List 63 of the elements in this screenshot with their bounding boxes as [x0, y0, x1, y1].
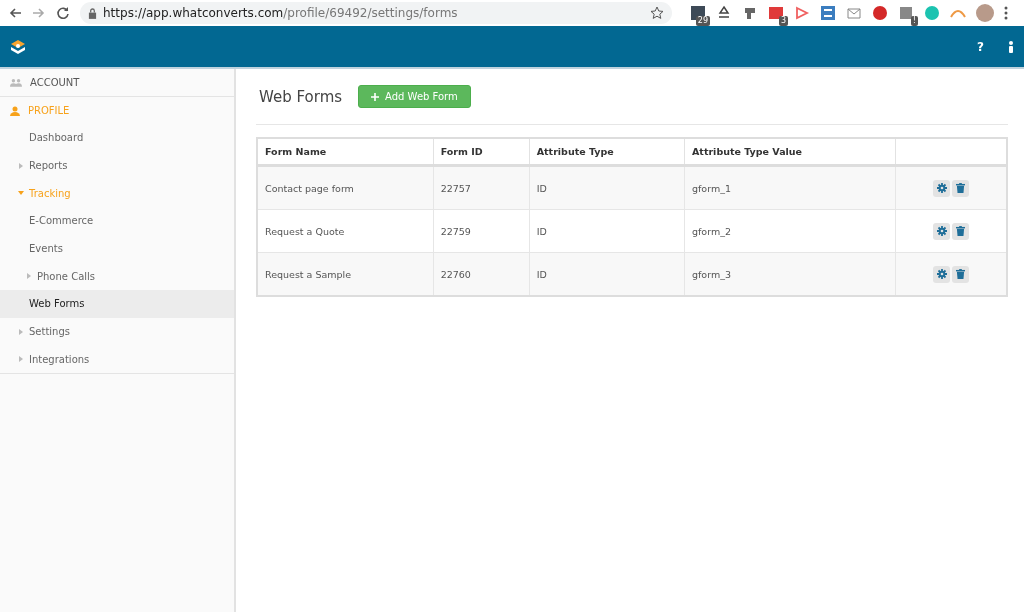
- badge: 29: [695, 16, 710, 26]
- table-cell: 22757: [433, 165, 530, 210]
- settings-button[interactable]: [933, 222, 950, 240]
- caret-right-icon: [18, 328, 24, 335]
- lock-icon: [88, 7, 97, 19]
- trash-icon: [956, 183, 965, 193]
- sidebar-item[interactable]: Dashboard: [0, 124, 234, 152]
- table-cell: ID: [529, 252, 685, 296]
- table-cell: gform_3: [684, 252, 896, 296]
- people-icon: [10, 78, 22, 87]
- caret-right-icon: [18, 356, 24, 363]
- back-icon[interactable]: [8, 6, 22, 20]
- badge: !: [910, 16, 918, 26]
- gear-icon: [936, 269, 947, 279]
- plus-icon: [371, 92, 380, 101]
- table-cell: Request a Sample: [257, 252, 434, 296]
- more-icon: [1004, 6, 1008, 20]
- delete-button[interactable]: [952, 222, 969, 240]
- play-icon[interactable]: [794, 5, 810, 21]
- extension-icon[interactable]: [872, 5, 888, 21]
- reload-icon[interactable]: [56, 6, 70, 20]
- page-title: Web Forms: [259, 87, 343, 106]
- table-cell: 22760: [433, 252, 530, 296]
- star-icon[interactable]: [650, 6, 664, 20]
- sidebar-section[interactable]: ACCOUNT: [0, 69, 234, 97]
- badge: 3: [778, 16, 788, 26]
- user-icon[interactable]: [1008, 40, 1014, 53]
- sidebar-item[interactable]: E-Commerce: [0, 207, 234, 235]
- table-cell: ID: [529, 165, 685, 210]
- person-icon: [10, 105, 20, 116]
- table-cell: ID: [529, 209, 685, 253]
- settings-button[interactable]: [933, 179, 950, 197]
- delete-button[interactable]: [952, 179, 969, 197]
- gear-icon: [936, 183, 947, 193]
- address-bar[interactable]: https://app.whatconverts.com/profile/69492/settings/forms: [80, 2, 672, 24]
- sidebar-item[interactable]: Web Forms: [0, 290, 234, 318]
- settings-button[interactable]: [933, 265, 950, 283]
- table-cell: gform_1: [684, 165, 896, 210]
- caret-right-icon: [26, 273, 32, 280]
- calendar-icon[interactable]: [690, 5, 706, 21]
- puzzle-icon[interactable]: [898, 5, 914, 21]
- sidebar-item[interactable]: Integrations: [0, 345, 234, 374]
- help-button[interactable]: ?: [977, 39, 984, 54]
- trash-icon: [956, 269, 965, 279]
- logo-icon: [10, 38, 26, 55]
- table-cell: gform_2: [684, 209, 896, 253]
- sidebar-item[interactable]: Settings: [0, 317, 234, 346]
- sidebar-item[interactable]: Phone Calls: [0, 262, 234, 291]
- table-cell: Contact page form: [257, 165, 434, 210]
- delete-button[interactable]: [952, 265, 969, 283]
- section-label: ACCOUNT: [30, 77, 80, 88]
- sidebar-item[interactable]: Reports: [0, 151, 234, 180]
- trash-icon: [956, 226, 965, 236]
- table-cell: 22759: [433, 209, 530, 253]
- table-cell: Request a Quote: [257, 209, 434, 253]
- caret-right-icon: [18, 162, 24, 169]
- extension-icon[interactable]: [820, 5, 836, 21]
- sidebar-item[interactable]: Events: [0, 234, 234, 263]
- extension-icon[interactable]: [768, 5, 784, 21]
- avatar-icon: [976, 4, 994, 22]
- gear-icon: [936, 226, 947, 236]
- caret-down-icon: [18, 190, 24, 197]
- section-label: PROFILE: [28, 105, 70, 116]
